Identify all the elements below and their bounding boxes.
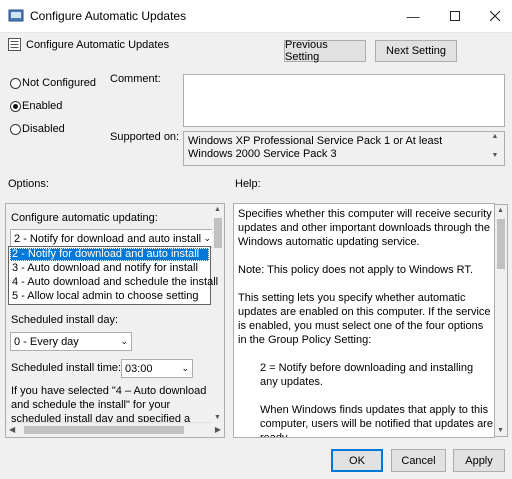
dropdown-option[interactable]: 5 - Allow local admin to choose setting bbox=[10, 290, 209, 303]
setting-title: Configure Automatic Updates bbox=[26, 39, 170, 51]
vscroll-thumb[interactable] bbox=[214, 218, 222, 248]
schedule-note: If you have selected "4 – Auto download … bbox=[11, 385, 207, 424]
configure-updating-dropdown[interactable]: 2 - Notify for download and auto install… bbox=[8, 246, 218, 305]
help-panel: Specifies whether this computer will rec… bbox=[233, 203, 495, 438]
setting-icon bbox=[8, 38, 21, 51]
help-heading: Help: bbox=[235, 178, 261, 190]
window-title: Configure Automatic Updates bbox=[30, 9, 187, 23]
dropdown-option[interactable]: 3 - Auto download and notify for install bbox=[10, 262, 209, 275]
scroll-down-icon[interactable]: ▼ bbox=[489, 152, 501, 159]
enabled-radio[interactable]: Enabled bbox=[10, 99, 100, 115]
supported-on-field[interactable]: Windows XP Professional Service Pack 1 o… bbox=[183, 131, 505, 166]
comment-label: Comment: bbox=[110, 73, 161, 85]
help-vscrollbar[interactable]: ▲ ▼ bbox=[495, 204, 508, 437]
options-hscrollbar[interactable]: ◀ ▶ bbox=[6, 422, 224, 437]
chevron-down-icon: ⌄ bbox=[203, 233, 211, 243]
previous-setting-button[interactable]: Previous Setting bbox=[284, 39, 366, 63]
minimize-button[interactable]: — bbox=[396, 0, 430, 32]
configure-updating-label: Configure automatic updating: bbox=[11, 212, 158, 224]
scroll-down-icon[interactable]: ▼ bbox=[497, 427, 504, 434]
chevron-down-icon: ⌄ bbox=[181, 363, 189, 373]
install-time-select[interactable]: 03:00 ⌄ bbox=[121, 359, 193, 378]
install-day-value: 0 - Every day bbox=[14, 336, 79, 348]
scroll-down-icon[interactable]: ▼ bbox=[214, 414, 221, 421]
supported-on-label: Supported on: bbox=[110, 131, 180, 143]
chevron-down-icon: ⌄ bbox=[120, 336, 128, 346]
minimize-icon: — bbox=[406, 8, 420, 24]
ok-button[interactable]: OK bbox=[331, 449, 383, 472]
options-panel: Configure automatic updating: 2 - Notify… bbox=[5, 203, 225, 438]
enabled-label: Enabled bbox=[22, 100, 63, 112]
scroll-up-icon[interactable]: ▲ bbox=[214, 206, 221, 213]
not-configured-radio[interactable]: Not Configured bbox=[10, 76, 100, 92]
install-day-select[interactable]: 0 - Every day ⌄ bbox=[10, 332, 132, 351]
disabled-label: Disabled bbox=[22, 123, 65, 135]
close-icon bbox=[490, 11, 500, 21]
policy-icon bbox=[8, 9, 24, 22]
maximize-button[interactable] bbox=[438, 0, 472, 32]
not-configured-label: Not Configured bbox=[22, 77, 96, 89]
radio-circle-selected bbox=[10, 101, 21, 112]
next-setting-button[interactable]: Next Setting bbox=[375, 40, 457, 62]
dropdown-option[interactable]: 2 - Notify for download and auto install bbox=[10, 248, 209, 261]
apply-button[interactable]: Apply bbox=[453, 449, 505, 472]
scroll-right-icon[interactable]: ▶ bbox=[215, 425, 221, 434]
help-text: Specifies whether this computer will rec… bbox=[238, 207, 493, 438]
disabled-radio[interactable]: Disabled bbox=[10, 122, 100, 138]
close-button[interactable] bbox=[478, 0, 512, 32]
help-paragraph: This setting lets you specify whether au… bbox=[238, 292, 491, 346]
radio-circle bbox=[10, 124, 21, 135]
install-time-label: Scheduled install time: bbox=[11, 362, 122, 374]
scroll-up-icon[interactable]: ▲ bbox=[489, 133, 501, 140]
hscroll-thumb[interactable] bbox=[24, 426, 184, 434]
maximize-icon bbox=[450, 11, 460, 21]
help-paragraph: 2 = Notify before downloading and instal… bbox=[260, 362, 474, 388]
help-paragraph: Specifies whether this computer will rec… bbox=[238, 208, 492, 248]
scroll-up-icon[interactable]: ▲ bbox=[497, 207, 504, 214]
configure-updating-value: 2 - Notify for download and auto install bbox=[14, 233, 202, 245]
help-paragraph: Note: This policy does not apply to Wind… bbox=[238, 264, 473, 276]
install-day-label: Scheduled install day: bbox=[11, 314, 119, 326]
cancel-button[interactable]: Cancel bbox=[391, 449, 446, 472]
dropdown-option[interactable]: 4 - Auto download and schedule the insta… bbox=[10, 276, 218, 289]
install-time-value: 03:00 bbox=[125, 363, 153, 375]
title-bar: Configure Automatic Updates — bbox=[0, 0, 512, 33]
options-vscrollbar[interactable]: ▲ ▼ bbox=[212, 204, 224, 423]
help-paragraph: When Windows finds updates that apply to… bbox=[260, 404, 493, 438]
supported-on-value: Windows XP Professional Service Pack 1 o… bbox=[188, 135, 443, 160]
comment-textarea[interactable] bbox=[183, 74, 505, 127]
radio-circle bbox=[10, 78, 21, 89]
vscroll-thumb[interactable] bbox=[497, 219, 505, 269]
options-heading: Options: bbox=[8, 178, 49, 190]
scroll-left-icon[interactable]: ◀ bbox=[9, 425, 15, 434]
